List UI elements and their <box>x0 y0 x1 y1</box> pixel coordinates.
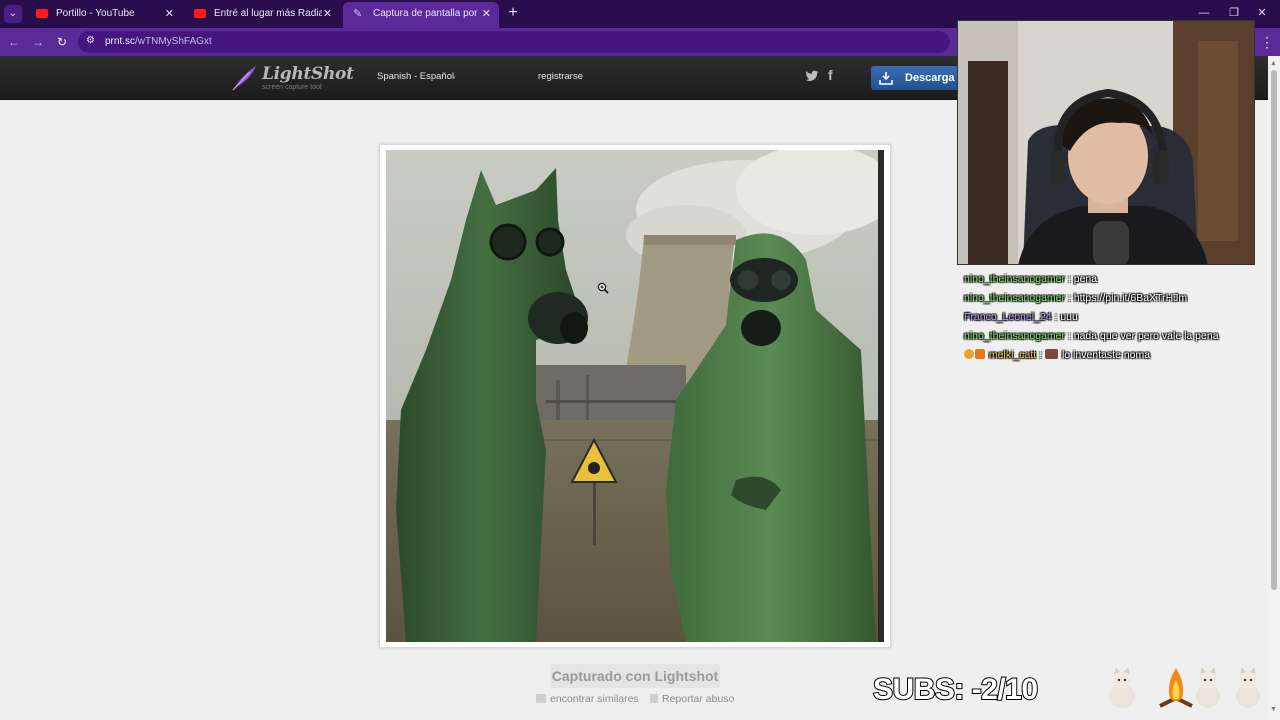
webcam-feed <box>958 21 1254 264</box>
page-scrollbar[interactable]: ▲ ▼ <box>1268 56 1280 720</box>
reload-icon[interactable]: ↻ <box>53 33 71 51</box>
lightshot-logo[interactable]: LightShot screen capture tool <box>230 62 354 96</box>
chat-message: Franco_Leonel_24 : uuu <box>964 308 1264 327</box>
cats-campfire-decoration <box>1109 667 1260 708</box>
scrollbar-thumb[interactable] <box>1271 70 1277 590</box>
screenshot-frame <box>379 144 891 648</box>
chat-text: lo inventaste noma <box>1061 349 1151 361</box>
chat-message: melki_catt : lo inventaste noma <box>964 346 1264 365</box>
chat-separator: : <box>1039 349 1043 361</box>
url-text: prnt.sc/wTNMyShFAGxt <box>105 31 212 53</box>
scroll-down-icon[interactable]: ▼ <box>1270 706 1277 713</box>
window-close-icon[interactable]: ✕ <box>1252 4 1272 22</box>
language-selector[interactable]: Spanish - Español <box>377 56 454 98</box>
chat-username: nino_theinsanogamer <box>964 330 1065 342</box>
chat-message: nino_theinsanogamer : nada que ver pero … <box>964 327 1264 346</box>
chat-text: : nada que ver pero vale la pena <box>1067 330 1219 342</box>
screenshot-illustration <box>386 150 884 642</box>
url-path: /wTNMyShFAGxt <box>135 36 212 47</box>
download-icon <box>879 72 893 85</box>
facebook-icon[interactable]: f <box>828 67 833 83</box>
chat-username: melki_catt <box>988 349 1037 361</box>
chat-text: : https://pin.it/6BaXTrHJm <box>1067 292 1188 304</box>
gift-badge-icon <box>975 349 985 359</box>
tab-title: Captura de pantalla por Lightshot <box>373 8 481 19</box>
chat-text: : pena <box>1067 273 1098 285</box>
youtube-icon <box>36 9 48 18</box>
register-link[interactable]: registrarse <box>538 56 583 98</box>
tab-title: Portillo - YouTube <box>56 8 135 19</box>
tab-search-menu-button[interactable]: ⌄ <box>4 5 22 23</box>
chat-username: nino_theinsanogamer <box>964 292 1065 304</box>
lightshot-icon: ✎ <box>353 8 363 20</box>
tab-title: Entré al lugar más Radiactivo del <box>214 8 322 19</box>
cat-icon <box>1196 667 1220 708</box>
back-arrow-icon[interactable]: ← <box>5 33 23 51</box>
subs-goal-counter: SUBS: -2/10 <box>872 672 1039 707</box>
report-abuse-link[interactable]: Reportar abuso <box>650 691 734 707</box>
new-tab-button[interactable]: + <box>505 3 521 23</box>
logo-subtitle: screen capture tool <box>262 84 322 91</box>
forward-arrow-icon[interactable]: → <box>29 33 47 51</box>
webcam-overlay <box>957 20 1255 265</box>
campfire-icon <box>1159 668 1193 708</box>
chat-message: nino_theinsanogamer : pena <box>964 270 1264 289</box>
find-similar-label: encontrar similares <box>550 693 639 705</box>
chat-username: nino_theinsanogamer <box>964 273 1065 285</box>
close-icon[interactable]: ✕ <box>482 2 491 26</box>
chevron-down-icon[interactable]: ⌄ <box>451 56 457 98</box>
image-icon <box>536 694 546 703</box>
emote-icon <box>1044 349 1058 359</box>
chat-message: nino_theinsanogamer : https://pin.it/6Ba… <box>964 289 1264 308</box>
feather-icon <box>232 66 256 91</box>
download-button[interactable]: Descarga Lightshot gratis <box>871 66 971 90</box>
cat-icon <box>1109 667 1135 708</box>
close-icon[interactable]: ✕ <box>323 2 332 26</box>
scroll-up-icon[interactable]: ▲ <box>1270 60 1277 67</box>
flag-icon <box>650 694 658 703</box>
stream-chat: nino_theinsanogamer : pena nino_theinsan… <box>964 270 1264 365</box>
tab-youtube-portillo[interactable]: Portillo - YouTube ✕ <box>26 2 182 26</box>
zoom-in-cursor-icon <box>597 282 609 294</box>
tab-youtube-radiactivo[interactable]: Entré al lugar más Radiactivo del ✕ <box>184 2 340 26</box>
twitter-icon[interactable] <box>805 69 819 83</box>
report-abuse-label: Reportar abuso <box>662 693 735 705</box>
logo-title: LightShot <box>262 64 354 84</box>
screenshot-image[interactable] <box>386 150 884 642</box>
url-host: prnt.sc <box>105 36 136 47</box>
browser-menu-icon[interactable]: ⋮ <box>1260 33 1274 51</box>
cat-icon <box>1236 667 1260 708</box>
chat-username: Franco_Leonel_24 <box>964 311 1052 323</box>
tab-lightshot[interactable]: ✎ Captura de pantalla por Lightshot ✕ <box>343 2 499 28</box>
chat-text: : uuu <box>1054 311 1078 323</box>
captured-with-lightshot-button[interactable]: Capturado con Lightshot <box>550 664 720 688</box>
site-settings-icon[interactable]: ⚙ <box>86 35 95 46</box>
subscriber-badge-icon <box>964 349 974 359</box>
url-field[interactable]: ⚙ prnt.sc/wTNMyShFAGxt <box>78 31 950 53</box>
find-similar-link[interactable]: encontrar similares <box>536 691 639 707</box>
youtube-icon <box>194 9 206 18</box>
close-icon[interactable]: ✕ <box>165 2 174 26</box>
